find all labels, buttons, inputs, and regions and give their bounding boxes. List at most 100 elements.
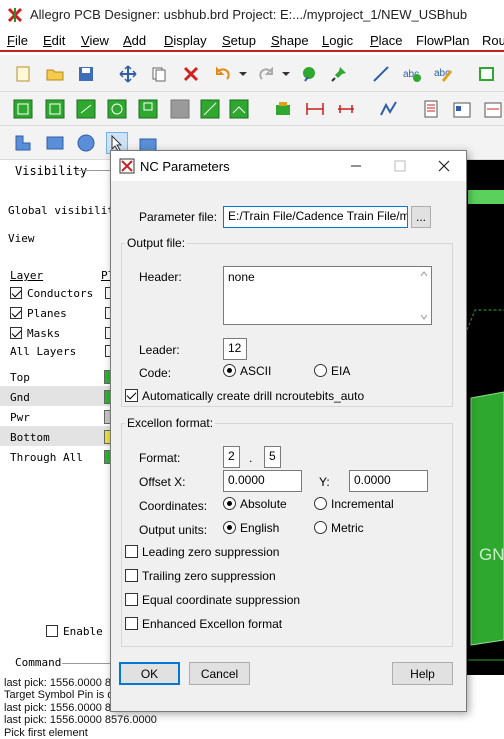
format-integer-input[interactable]: 2	[223, 446, 240, 468]
package-icon[interactable]	[272, 98, 294, 120]
code-ascii-radio[interactable]	[223, 364, 236, 377]
highlight-icon[interactable]	[298, 63, 320, 85]
layer-pwr-icon[interactable]	[75, 98, 97, 120]
schematic-icon[interactable]	[482, 98, 504, 120]
close-button[interactable]	[422, 151, 466, 181]
route-icon[interactable]	[378, 98, 400, 120]
output-file-group-title: Output file:	[125, 236, 188, 250]
scroll-down-icon[interactable]	[420, 314, 428, 320]
menu-add[interactable]: Add	[123, 33, 146, 48]
shape-rect-icon[interactable]	[44, 132, 66, 154]
enhanced-excellon-checkbox[interactable]	[125, 617, 138, 630]
command-tab[interactable]: Command	[15, 656, 61, 669]
parameter-file-input[interactable]: E:/Train File/Cadence Train File/myp	[223, 206, 408, 228]
shape-poly-icon[interactable]	[12, 132, 34, 154]
leader-input[interactable]: 12	[223, 338, 247, 360]
copy-icon[interactable]	[148, 63, 170, 85]
board-outline	[467, 190, 504, 661]
coordinates-absolute-radio[interactable]	[223, 497, 236, 510]
all-layers-label: All Layers	[10, 345, 77, 358]
layer-disabled-icon[interactable]	[169, 98, 191, 120]
equal-coordinate-checkbox[interactable]	[125, 593, 138, 606]
component-icon[interactable]	[476, 63, 498, 85]
trailing-zero-checkbox[interactable]	[125, 569, 138, 582]
units-english-radio[interactable]	[223, 521, 236, 534]
ok-button[interactable]: OK	[119, 662, 180, 685]
move-icon[interactable]	[117, 63, 139, 85]
redo-dropdown-icon[interactable]	[275, 63, 297, 85]
leader-label: Leader:	[139, 343, 180, 357]
command-divider	[62, 663, 112, 664]
layer-row-pwr[interactable]: Pwr	[0, 406, 112, 426]
redo-icon[interactable]	[255, 63, 277, 85]
layer-route-icon[interactable]	[199, 98, 221, 120]
save-icon[interactable]	[75, 63, 97, 85]
visibility-tab[interactable]: Visibility	[15, 164, 87, 178]
masks-checkbox[interactable]	[10, 327, 22, 339]
menu-view[interactable]: View	[81, 33, 109, 48]
format-decimal-input[interactable]: 5	[264, 446, 281, 468]
layer-row-bottom[interactable]: Bottom	[0, 426, 112, 446]
menu-route[interactable]: Rou	[482, 33, 504, 48]
format-label: Format:	[139, 451, 181, 465]
leading-zero-label: Leading zero suppression	[142, 545, 280, 559]
layer-gnd-icon[interactable]	[44, 98, 66, 120]
offset-y-input[interactable]: 0.0000	[349, 470, 428, 492]
report-icon[interactable]	[420, 98, 442, 120]
menu-place[interactable]: Place	[370, 33, 403, 48]
measure-icon[interactable]	[335, 98, 357, 120]
cancel-button[interactable]: Cancel	[189, 662, 250, 685]
pin-icon[interactable]	[328, 63, 350, 85]
maximize-button[interactable]	[378, 151, 422, 181]
layer-through-icon[interactable]	[137, 98, 159, 120]
layer-bottom-icon[interactable]	[106, 98, 128, 120]
shape-circle-icon[interactable]	[75, 132, 97, 154]
menu-flowplan[interactable]: FlowPlan	[416, 33, 469, 48]
nc-parameters-dialog: NC Parameters Parameter file: E:/Train F…	[110, 150, 467, 712]
output-units-label: Output units:	[139, 523, 208, 537]
menu-logic[interactable]: Logic	[322, 33, 353, 48]
auto-drill-checkbox[interactable]	[125, 389, 138, 402]
delete-icon[interactable]	[180, 63, 202, 85]
conductors-checkbox[interactable]	[10, 287, 22, 299]
code-eia-radio[interactable]	[314, 364, 327, 377]
scroll-up-icon[interactable]	[420, 271, 428, 277]
offset-x-input[interactable]: 0.0000	[223, 470, 302, 492]
help-button[interactable]: Help	[392, 662, 453, 685]
global-visibility-label: Global visibility	[8, 204, 121, 217]
dimension-icon[interactable]	[304, 98, 326, 120]
undo-icon[interactable]	[212, 63, 234, 85]
menu-edit[interactable]: Edit	[43, 33, 65, 48]
layer-row-through-all[interactable]: Through All	[0, 446, 112, 466]
planes-checkbox[interactable]	[10, 307, 22, 319]
add-text-icon[interactable]: abc	[401, 63, 423, 85]
code-eia-label: EIA	[331, 364, 351, 378]
layer-via-icon[interactable]	[228, 98, 250, 120]
layer-row-gnd[interactable]: Gnd	[0, 386, 112, 406]
menu-shape[interactable]: Shape	[271, 33, 309, 48]
header-textarea[interactable]: none	[223, 266, 432, 325]
equal-coordinate-label: Equal coordinate suppression	[142, 593, 301, 607]
open-folder-icon[interactable]	[44, 63, 66, 85]
menu-setup[interactable]: Setup	[222, 33, 256, 48]
minimize-button[interactable]	[334, 151, 378, 181]
layer-top-icon[interactable]	[12, 98, 34, 120]
add-line-icon[interactable]	[370, 63, 392, 85]
offset-y-label: Y:	[319, 475, 330, 489]
layer-row-top[interactable]: Top	[0, 366, 112, 386]
new-file-icon[interactable]	[12, 63, 34, 85]
leading-zero-checkbox[interactable]	[125, 545, 138, 558]
parameter-file-label: Parameter file:	[139, 210, 218, 224]
edit-text-icon[interactable]: abc	[432, 63, 454, 85]
menu-file[interactable]: File	[7, 33, 28, 48]
enhanced-excellon-label: Enhanced Excellon format	[142, 617, 283, 631]
units-english-label: English	[240, 521, 280, 535]
menu-display[interactable]: Display	[164, 33, 207, 48]
library-icon[interactable]	[451, 98, 473, 120]
coordinates-incremental-radio[interactable]	[314, 497, 327, 510]
enable-checkbox[interactable]	[46, 625, 58, 637]
undo-dropdown-icon[interactable]	[232, 63, 254, 85]
design-canvas[interactable]: GN	[467, 160, 504, 675]
units-metric-radio[interactable]	[314, 521, 327, 534]
browse-button[interactable]: ...	[411, 206, 431, 228]
